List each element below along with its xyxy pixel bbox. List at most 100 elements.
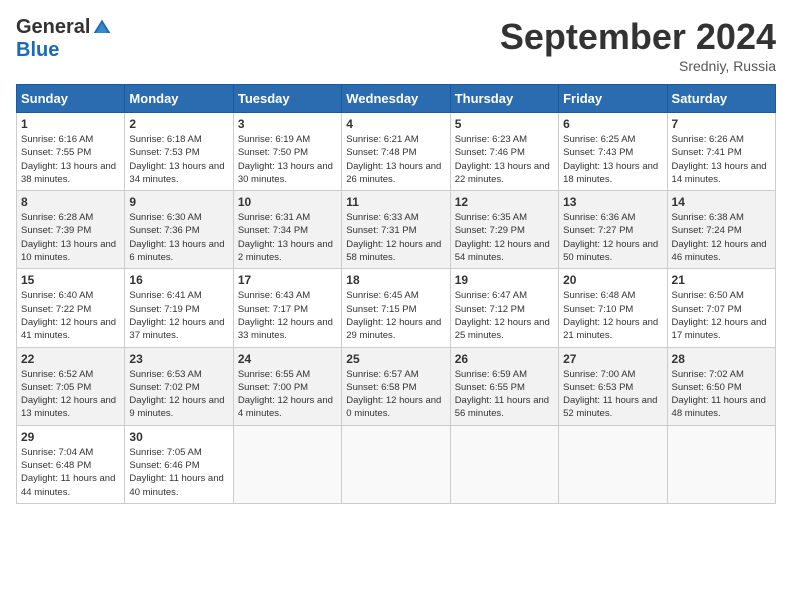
logo: General Blue [16,16,112,62]
day-number: 13 [563,195,662,209]
day-info: Sunrise: 6:28 AM Sunset: 7:39 PM Dayligh… [21,211,120,264]
day-info: Sunrise: 6:55 AM Sunset: 7:00 PM Dayligh… [238,368,337,421]
day-number: 18 [346,273,445,287]
logo-blue-text: Blue [16,39,59,62]
col-friday: Friday [559,85,667,113]
day-number: 28 [672,352,771,366]
day-number: 5 [455,117,554,131]
calendar-cell: 10 Sunrise: 6:31 AM Sunset: 7:34 PM Dayl… [233,191,341,269]
calendar-header-row: Sunday Monday Tuesday Wednesday Thursday… [17,85,776,113]
day-info: Sunrise: 6:47 AM Sunset: 7:12 PM Dayligh… [455,289,554,342]
col-thursday: Thursday [450,85,558,113]
day-info: Sunrise: 6:23 AM Sunset: 7:46 PM Dayligh… [455,133,554,186]
calendar-cell [450,425,558,503]
day-number: 11 [346,195,445,209]
calendar-cell: 15 Sunrise: 6:40 AM Sunset: 7:22 PM Dayl… [17,269,125,347]
calendar-cell: 20 Sunrise: 6:48 AM Sunset: 7:10 PM Dayl… [559,269,667,347]
calendar-cell: 22 Sunrise: 6:52 AM Sunset: 7:05 PM Dayl… [17,347,125,425]
title-area: September 2024 Sredniy, Russia [500,16,776,74]
day-number: 16 [129,273,228,287]
day-number: 24 [238,352,337,366]
day-number: 25 [346,352,445,366]
day-info: Sunrise: 6:26 AM Sunset: 7:41 PM Dayligh… [672,133,771,186]
day-info: Sunrise: 6:35 AM Sunset: 7:29 PM Dayligh… [455,211,554,264]
day-number: 2 [129,117,228,131]
month-title: September 2024 [500,16,776,58]
calendar-cell: 18 Sunrise: 6:45 AM Sunset: 7:15 PM Dayl… [342,269,450,347]
calendar-cell [233,425,341,503]
calendar-table: Sunday Monday Tuesday Wednesday Thursday… [16,84,776,504]
day-info: Sunrise: 6:16 AM Sunset: 7:55 PM Dayligh… [21,133,120,186]
day-info: Sunrise: 6:59 AM Sunset: 6:55 PM Dayligh… [455,368,554,421]
day-info: Sunrise: 6:40 AM Sunset: 7:22 PM Dayligh… [21,289,120,342]
day-info: Sunrise: 6:48 AM Sunset: 7:10 PM Dayligh… [563,289,662,342]
logo-icon [92,18,112,38]
calendar-cell: 11 Sunrise: 6:33 AM Sunset: 7:31 PM Dayl… [342,191,450,269]
day-info: Sunrise: 6:38 AM Sunset: 7:24 PM Dayligh… [672,211,771,264]
calendar-cell: 27 Sunrise: 7:00 AM Sunset: 6:53 PM Dayl… [559,347,667,425]
day-number: 14 [672,195,771,209]
calendar-cell: 6 Sunrise: 6:25 AM Sunset: 7:43 PM Dayli… [559,113,667,191]
calendar-cell: 12 Sunrise: 6:35 AM Sunset: 7:29 PM Dayl… [450,191,558,269]
calendar-week-row: 15 Sunrise: 6:40 AM Sunset: 7:22 PM Dayl… [17,269,776,347]
day-number: 7 [672,117,771,131]
calendar-cell [342,425,450,503]
day-number: 10 [238,195,337,209]
col-saturday: Saturday [667,85,775,113]
calendar-week-row: 1 Sunrise: 6:16 AM Sunset: 7:55 PM Dayli… [17,113,776,191]
col-sunday: Sunday [17,85,125,113]
calendar-cell: 23 Sunrise: 6:53 AM Sunset: 7:02 PM Dayl… [125,347,233,425]
calendar-cell: 26 Sunrise: 6:59 AM Sunset: 6:55 PM Dayl… [450,347,558,425]
col-tuesday: Tuesday [233,85,341,113]
day-info: Sunrise: 6:50 AM Sunset: 7:07 PM Dayligh… [672,289,771,342]
day-number: 15 [21,273,120,287]
calendar-cell: 25 Sunrise: 6:57 AM Sunset: 6:58 PM Dayl… [342,347,450,425]
day-number: 23 [129,352,228,366]
day-info: Sunrise: 7:02 AM Sunset: 6:50 PM Dayligh… [672,368,771,421]
calendar-cell: 13 Sunrise: 6:36 AM Sunset: 7:27 PM Dayl… [559,191,667,269]
day-info: Sunrise: 6:25 AM Sunset: 7:43 PM Dayligh… [563,133,662,186]
day-info: Sunrise: 6:21 AM Sunset: 7:48 PM Dayligh… [346,133,445,186]
day-info: Sunrise: 6:45 AM Sunset: 7:15 PM Dayligh… [346,289,445,342]
day-number: 22 [21,352,120,366]
calendar-cell: 3 Sunrise: 6:19 AM Sunset: 7:50 PM Dayli… [233,113,341,191]
calendar-cell: 17 Sunrise: 6:43 AM Sunset: 7:17 PM Dayl… [233,269,341,347]
day-number: 29 [21,430,120,444]
day-info: Sunrise: 6:18 AM Sunset: 7:53 PM Dayligh… [129,133,228,186]
calendar-cell: 28 Sunrise: 7:02 AM Sunset: 6:50 PM Dayl… [667,347,775,425]
day-info: Sunrise: 7:05 AM Sunset: 6:46 PM Dayligh… [129,446,228,499]
logo-general-text: General [16,16,90,39]
calendar-cell: 24 Sunrise: 6:55 AM Sunset: 7:00 PM Dayl… [233,347,341,425]
calendar-cell: 21 Sunrise: 6:50 AM Sunset: 7:07 PM Dayl… [667,269,775,347]
location: Sredniy, Russia [500,58,776,74]
day-number: 3 [238,117,337,131]
day-info: Sunrise: 6:41 AM Sunset: 7:19 PM Dayligh… [129,289,228,342]
calendar-cell: 16 Sunrise: 6:41 AM Sunset: 7:19 PM Dayl… [125,269,233,347]
day-info: Sunrise: 7:04 AM Sunset: 6:48 PM Dayligh… [21,446,120,499]
calendar-cell: 30 Sunrise: 7:05 AM Sunset: 6:46 PM Dayl… [125,425,233,503]
day-number: 6 [563,117,662,131]
day-number: 17 [238,273,337,287]
calendar-cell: 4 Sunrise: 6:21 AM Sunset: 7:48 PM Dayli… [342,113,450,191]
day-info: Sunrise: 6:57 AM Sunset: 6:58 PM Dayligh… [346,368,445,421]
day-info: Sunrise: 7:00 AM Sunset: 6:53 PM Dayligh… [563,368,662,421]
day-number: 19 [455,273,554,287]
day-info: Sunrise: 6:36 AM Sunset: 7:27 PM Dayligh… [563,211,662,264]
day-number: 20 [563,273,662,287]
day-info: Sunrise: 6:52 AM Sunset: 7:05 PM Dayligh… [21,368,120,421]
calendar-cell: 1 Sunrise: 6:16 AM Sunset: 7:55 PM Dayli… [17,113,125,191]
day-info: Sunrise: 6:53 AM Sunset: 7:02 PM Dayligh… [129,368,228,421]
calendar-cell: 8 Sunrise: 6:28 AM Sunset: 7:39 PM Dayli… [17,191,125,269]
calendar-cell: 2 Sunrise: 6:18 AM Sunset: 7:53 PM Dayli… [125,113,233,191]
calendar-cell: 5 Sunrise: 6:23 AM Sunset: 7:46 PM Dayli… [450,113,558,191]
day-number: 21 [672,273,771,287]
day-info: Sunrise: 6:19 AM Sunset: 7:50 PM Dayligh… [238,133,337,186]
day-number: 27 [563,352,662,366]
day-number: 26 [455,352,554,366]
calendar-cell: 19 Sunrise: 6:47 AM Sunset: 7:12 PM Dayl… [450,269,558,347]
calendar-cell: 9 Sunrise: 6:30 AM Sunset: 7:36 PM Dayli… [125,191,233,269]
calendar-cell [667,425,775,503]
calendar-cell: 29 Sunrise: 7:04 AM Sunset: 6:48 PM Dayl… [17,425,125,503]
day-number: 12 [455,195,554,209]
calendar-cell: 7 Sunrise: 6:26 AM Sunset: 7:41 PM Dayli… [667,113,775,191]
